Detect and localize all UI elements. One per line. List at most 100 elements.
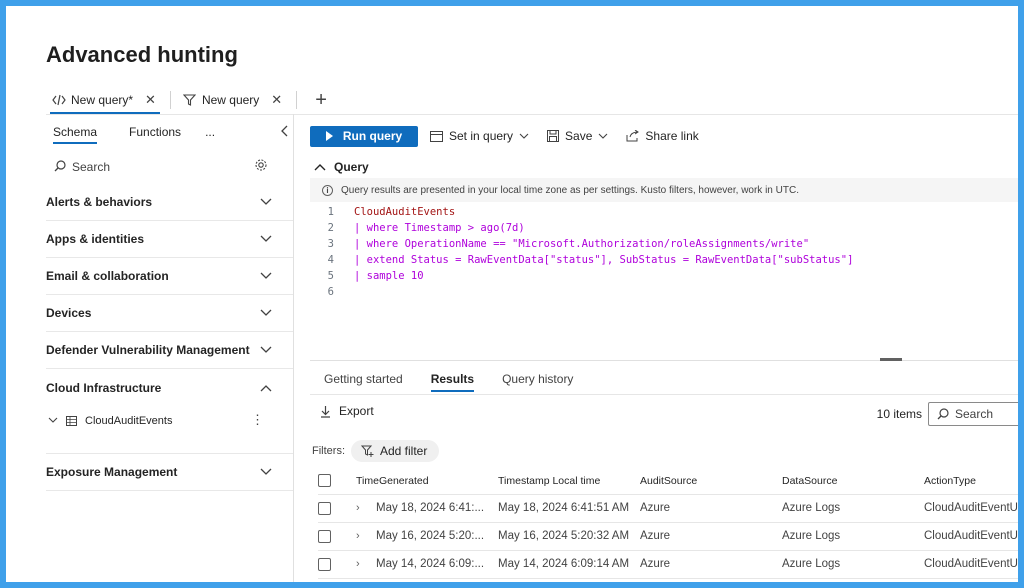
code-line: 1 CloudAuditEvents [327,206,456,218]
add-filter-button[interactable]: Add filter [351,440,440,462]
query-tabs: New query* ✕ New query ✕ + [46,86,327,114]
column-header[interactable]: DataSource [782,468,924,495]
table-row[interactable]: › May 18, 2024 6:41:... May 18, 2024 6:41… [318,494,1018,523]
set-in-query-label: Set in query [449,129,514,143]
row-checkbox[interactable] [318,529,331,543]
schema-tabs: Schema Functions ... [46,118,294,146]
cell: CloudAuditEventUp [924,550,1018,579]
share-link-button[interactable]: Share link [626,129,699,143]
info-icon: i [322,184,333,196]
section-email-collaboration[interactable]: Email & collaboration [46,258,294,295]
add-filter-label: Add filter [380,444,428,458]
download-icon [321,405,330,418]
cell: May 14, 2024 6:09:14 AM [498,550,640,579]
select-all-checkbox[interactable] [318,474,331,488]
chevron-down-icon [260,346,274,354]
tab-label: New query [201,93,260,107]
section-cloud-infrastructure[interactable]: Cloud Infrastructure [46,369,294,406]
run-query-button[interactable]: Run query [310,125,418,147]
chevron-right-icon[interactable]: › [356,558,376,570]
chevron-up-icon [260,384,274,392]
section-label: Defender Vulnerability Management [46,343,250,357]
chevron-right-icon[interactable]: › [356,502,376,514]
add-tab-icon[interactable]: + [315,90,327,110]
code-line: 6 [327,286,334,298]
section-label: Cloud Infrastructure [46,380,162,395]
tab-query-history[interactable]: Query history [488,364,587,394]
chevron-up-icon [314,164,326,171]
collapse-pane-icon[interactable] [280,124,288,140]
section-alerts-behaviors[interactable]: Alerts & behaviors [46,184,294,221]
chevron-down-icon[interactable] [48,415,58,427]
query-section-header[interactable]: Query [310,160,1018,174]
gear-icon[interactable] [254,158,268,175]
cell: Azure [640,550,782,579]
chevron-down-icon [519,133,535,139]
column-header[interactable]: TimeGenerated [356,468,498,495]
chevron-down-icon [260,272,274,280]
export-button[interactable]: Export [320,404,374,418]
code-icon [52,93,66,107]
row-checkbox[interactable] [318,501,331,515]
table-row[interactable]: › May 14, 2024 6:09:... May 14, 2024 6:09… [318,550,1018,579]
table-row[interactable]: › May 16, 2024 5:20:... May 16, 2024 5:20… [318,522,1018,551]
splitter-grip[interactable] [880,358,902,361]
schema-pane: Schema Functions ... Search Alerts & beh… [46,114,294,582]
table-name: CloudAuditEvents [85,415,173,427]
set-in-query-button[interactable]: Set in query [430,129,535,143]
export-label: Export [339,404,374,418]
cell: May 18, 2024 6:41:... [376,502,485,514]
search-icon [54,159,66,175]
section-apps-identities[interactable]: Apps & identities [46,221,294,258]
search-icon [937,408,949,420]
table-item-cloudauditevents[interactable]: CloudAuditEvents ⋮ [46,406,294,436]
table-icon [66,416,77,426]
tab-getting-started[interactable]: Getting started [310,364,417,394]
column-header[interactable]: ActionType [924,468,1018,495]
save-button[interactable]: Save [547,129,614,143]
tab-results[interactable]: Results [417,364,488,394]
tab-functions[interactable]: Functions [122,118,188,146]
query-editor[interactable]: 1 CloudAuditEvents 2 | where Timestamp > a… [310,204,854,300]
search-label: Search [955,407,994,421]
results-search-input[interactable]: Search [928,402,1018,426]
page-title: Advanced hunting [46,42,238,67]
code-text: | sample 10 [354,270,424,282]
chevron-down-icon [598,133,614,139]
cell: May 16, 2024 5:20:32 AM [498,522,640,551]
tab-schema[interactable]: Schema [46,118,104,146]
tab-new-query[interactable]: New query ✕ [177,86,290,114]
calendar-icon [430,131,443,142]
section-exposure-management[interactable]: Exposure Management [46,454,294,491]
cell: CloudAuditEventUp [924,522,1018,551]
code-text: CloudAuditEvents [354,206,456,218]
section-defender-vulnerability-management[interactable]: Defender Vulnerability Management [46,332,294,369]
tab-new-query-active[interactable]: New query* ✕ [46,86,164,114]
pane-divider[interactable] [293,114,294,582]
section-devices[interactable]: Devices [46,295,294,332]
share-label: Share link [645,129,699,143]
chevron-down-icon [260,468,274,476]
results-table: TimeGenerated Timestamp Local time Audit… [318,468,1018,579]
chevron-down-icon [260,198,274,206]
filters-bar: Filters: Add filter [312,440,440,462]
more-tabs[interactable]: ... [198,118,222,146]
tab-label: New query* [71,93,134,107]
code-line: 4 | extend Status = RawEventData["status"… [327,254,854,266]
add-filter-icon [361,445,374,457]
more-options-icon[interactable]: ⋮ [251,412,264,428]
code-line: 5 | sample 10 [327,270,424,282]
close-icon[interactable]: ✕ [271,92,282,108]
splitter[interactable] [310,358,1018,361]
section-label: Alerts & behaviors [46,195,153,209]
chevron-right-icon[interactable]: › [356,530,376,542]
play-icon [325,131,333,141]
row-checkbox[interactable] [318,557,331,571]
query-pane: Run query Set in query Save Share link Q… [310,114,1018,582]
item-count: 10 items [876,407,922,421]
close-icon[interactable]: ✕ [145,92,156,108]
column-header[interactable]: Timestamp Local time [498,468,640,495]
cell: Azure [640,522,782,551]
cell: Azure Logs [782,522,924,551]
column-header[interactable]: AuditSource [640,468,782,495]
